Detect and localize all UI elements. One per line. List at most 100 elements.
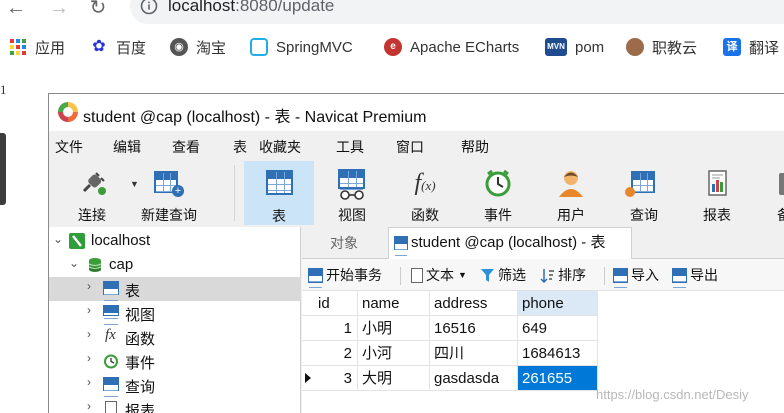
tree-item-label: 表 [125,283,141,300]
table-cell[interactable]: 2 [314,341,358,366]
chevron-down-icon[interactable]: ⌄ [53,232,63,246]
tree-item-label: 事件 [125,355,156,372]
table-icon [103,281,119,295]
table-cell[interactable]: 1684613 [518,341,598,366]
connect-button[interactable]: 连接 ▼ [57,161,139,225]
line-number: 1 [0,82,7,97]
bookmark-baidu[interactable]: ✿ 百度 [90,36,146,58]
column-header-name[interactable]: name [358,291,430,316]
chevron-right-icon[interactable]: › [87,351,91,365]
backup-button[interactable]: 备 [755,161,784,225]
row-indicator[interactable] [302,316,314,341]
clock-icon [484,169,512,197]
info-icon[interactable] [140,0,160,17]
tree-item-cap[interactable]: ⌄ cap [49,253,301,277]
view-glasses-icon [103,305,119,319]
bookmark-translate[interactable]: 译翻译 [723,36,779,58]
function-button[interactable]: f(x) 函数 [390,161,460,225]
tree-item-reports[interactable]: › 报表 [49,397,301,413]
toolbar-label: 事件 [484,207,512,223]
export-button[interactable]: 导出 [672,265,718,285]
tree-item-queries[interactable]: › 查询 [49,373,301,397]
table-cell[interactable]: 3 [314,366,358,391]
tree-item-views[interactable]: › 视图 [49,301,301,325]
table-icon [266,170,293,195]
backup-icon [777,169,784,197]
toolbar-label: 查询 [630,207,658,223]
event-button[interactable]: 事件 [463,161,533,225]
window-titlebar: student @cap (localhost) - 表 - Navicat P… [49,94,784,131]
url-text[interactable]: localhost:8080/update [168,0,334,16]
chevron-right-icon[interactable]: › [87,327,91,341]
tab-student-table[interactable]: student @cap (localhost) - 表 [388,227,632,259]
menu-file[interactable]: 文件 [55,137,83,157]
menu-favorites[interactable]: 收藏夹 [259,137,301,157]
back-arrow-icon[interactable]: ← [4,0,28,20]
table-cell[interactable]: 16516 [430,316,518,341]
bookmark-echarts[interactable]: e Apache ECharts [384,36,519,58]
query-button[interactable]: 查询 [609,161,679,225]
table-cell[interactable]: 649 [518,316,598,341]
bookmark-label: Apache ECharts [410,38,520,56]
text-button[interactable]: 文本 ▼ [411,265,467,285]
row-indicator[interactable] [302,366,314,391]
menu-help[interactable]: 帮助 [461,137,489,157]
menu-edit[interactable]: 编辑 [113,137,141,157]
menu-tools[interactable]: 工具 [336,137,364,157]
tree-item-functions[interactable]: › fx 函数 [49,325,301,349]
bookmark-label: pom [575,38,605,56]
forward-arrow-icon[interactable]: → [47,0,71,20]
tree-item-tables[interactable]: › 表 [49,277,301,301]
begin-transaction-button[interactable]: 开始事务 [308,265,382,285]
bookmark-springmvc[interactable]: SpringMVC [250,36,353,58]
tab-objects[interactable]: 对象 [302,227,386,259]
table-cell[interactable]: 1 [314,316,358,341]
table-cell[interactable]: 大明 [358,366,430,391]
bookmark-apps[interactable]: 应用 [9,36,65,58]
tree-item-events[interactable]: › 事件 [49,349,301,373]
maven-icon: MVN [545,38,567,56]
tab-bar: 对象 student @cap (localhost) - 表 [302,227,784,259]
table-cell-selected[interactable]: 261655 [518,366,598,391]
bookmark-pom[interactable]: MVN pom [545,36,604,58]
sort-icon [540,268,555,283]
translate-icon: 译 [723,38,741,56]
connection-icon [69,233,85,249]
apps-grid-icon [9,38,27,56]
import-button[interactable]: 导入 [613,265,659,285]
chevron-right-icon[interactable]: › [87,303,91,317]
toolbar-separator [400,267,401,285]
row-indicator[interactable] [302,341,314,366]
report-icon [105,401,117,413]
menu-table[interactable]: 表 [233,137,247,157]
dropdown-arrow-icon: ▼ [458,270,467,280]
table-cell[interactable]: 小河 [358,341,430,366]
reload-icon[interactable]: ↻ [86,0,110,20]
table-cell[interactable]: gasdasda [430,366,518,391]
column-header-phone[interactable]: phone [518,291,598,316]
button-label: 开始事务 [326,267,382,283]
view-button[interactable]: 视图 [317,161,387,225]
report-button[interactable]: 报表 [682,161,752,225]
report-icon [703,169,731,197]
bookmark-taobao[interactable]: ◉ 淘宝 [170,36,226,58]
bookmark-zhijiaoyun[interactable]: 职教云 [626,36,697,58]
sort-button[interactable]: 排序 [540,265,586,285]
menu-view[interactable]: 查看 [172,137,200,157]
tree-item-localhost[interactable]: ⌄ localhost [49,229,301,253]
chevron-right-icon[interactable]: › [87,375,91,389]
table-cell[interactable]: 小明 [358,316,430,341]
table-button[interactable]: 表 [244,161,314,225]
menu-window[interactable]: 窗口 [396,137,424,157]
chevron-right-icon[interactable]: › [87,279,91,293]
bookmarks-bar: 应用 ✿ 百度 ◉ 淘宝 SpringMVC e Apache ECharts MVN… [0,30,784,64]
chevron-right-icon[interactable]: › [87,399,91,413]
filter-button[interactable]: 筛选 [480,265,526,285]
new-query-button[interactable]: + 新建查询 [134,161,204,225]
column-header-id[interactable]: id [314,291,358,316]
table-cell[interactable]: 四川 [430,341,518,366]
query-badge-icon [625,187,635,197]
user-button[interactable]: 用户 [536,161,606,225]
column-header-address[interactable]: address [430,291,518,316]
chevron-down-icon[interactable]: ⌄ [69,256,79,270]
